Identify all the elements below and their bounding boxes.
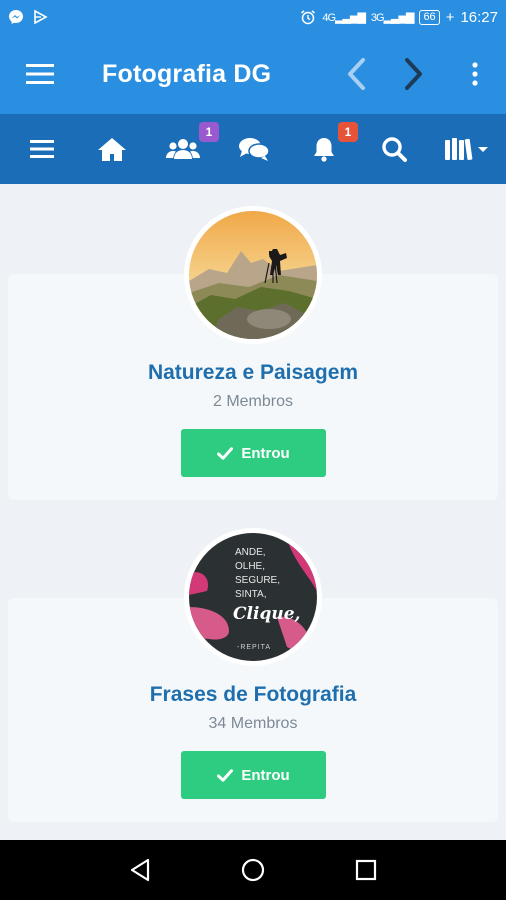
battery-icon: 66 [419,9,440,25]
charging-icon: + [445,8,455,26]
triangle-back-icon [130,858,150,882]
check-icon [217,768,234,782]
group-members-count: 2 Membros [212,393,294,410]
groups-list: Natureza e Paisagem 2 Membros Entrou AND… [0,184,506,840]
quote-footer: -REPITA [237,644,271,651]
quote-line: SEGURE, [235,575,280,586]
quote-line: ANDE, [235,547,266,558]
menu-button[interactable] [0,34,80,114]
landscape-photo [189,211,317,339]
chat-button[interactable] [226,114,282,184]
toolbar: 1 1 [0,114,506,184]
library-icon [445,138,488,161]
list-icon [30,140,54,158]
quote-line: OLHE, [235,561,265,572]
system-recents-button[interactable] [350,854,382,886]
notifications-button[interactable]: 1 [296,114,358,184]
home-icon [98,138,126,161]
more-button[interactable] [460,54,490,94]
forward-button[interactable] [396,54,432,94]
group-members-count: 34 Membros [208,715,298,732]
app-bar: Fotografia DG [0,34,506,114]
app-title: Fotografia DG [102,59,272,88]
check-icon [217,446,234,460]
search-icon [382,137,407,162]
system-home-button[interactable] [237,854,269,886]
quote-script: Clique, [233,604,300,624]
members-button[interactable]: 1 [155,114,219,184]
group-avatar[interactable]: ANDE, OLHE, SEGURE, SINTA, Clique, -REPI… [184,528,322,666]
joined-button-label: Entrou [241,766,290,784]
system-back-button[interactable] [124,854,156,886]
quote-line: SINTA, [235,589,266,600]
play-icon [32,9,48,25]
back-button[interactable] [338,54,374,94]
group-name[interactable]: Frases de Fotografia [0,683,506,707]
bell-icon [314,138,334,162]
library-button[interactable] [436,114,496,184]
clock: 16:27 [460,8,498,26]
joined-button[interactable]: Entrou [181,751,326,799]
signal-icon: 3G▂▃▅▇ [370,11,415,24]
forward-icon [405,58,422,90]
members-icon [166,139,200,159]
notifications-badge: 1 [338,122,358,142]
messenger-icon [8,9,24,25]
home-button[interactable] [84,114,140,184]
group-name[interactable]: Natureza e Paisagem [0,361,506,385]
quote-image: ANDE, OLHE, SEGURE, SINTA, Clique, -REPI… [189,533,317,661]
circle-home-icon [241,858,265,882]
system-nav-bar [0,840,506,900]
list-button[interactable] [14,114,70,184]
status-bar: 4G▂▃▅▇ 3G▂▃▅▇ 66 + 16:27 [0,0,506,34]
group-avatar[interactable] [184,206,322,344]
chat-icon [239,138,270,161]
more-icon [472,62,478,86]
signal-icon: 4G▂▃▅▇ [322,11,366,24]
square-recents-icon [355,859,377,881]
search-button[interactable] [366,114,422,184]
members-badge: 1 [199,122,219,142]
back-icon [348,58,365,90]
joined-button[interactable]: Entrou [181,429,326,477]
alarm-icon [300,9,316,25]
joined-button-label: Entrou [241,444,290,462]
menu-icon [26,64,54,84]
